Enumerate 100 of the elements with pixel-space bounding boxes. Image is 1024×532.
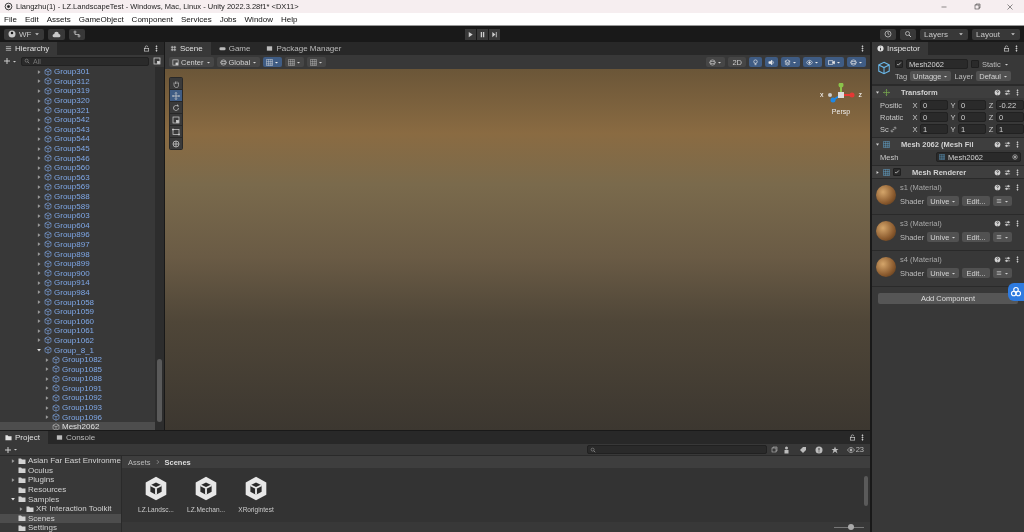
hierarchy-item[interactable]: Group546: [0, 153, 155, 163]
search-button[interactable]: [900, 28, 916, 40]
more-icon[interactable]: [1014, 168, 1021, 176]
hierarchy-item[interactable]: Group1062: [0, 335, 155, 346]
static-checkbox[interactable]: [971, 60, 979, 68]
settings-icon[interactable]: [1004, 220, 1011, 227]
lock-icon[interactable]: [143, 45, 150, 52]
lighting-toggle[interactable]: [749, 57, 762, 67]
hierarchy-item[interactable]: Group545: [0, 143, 155, 154]
help-icon[interactable]: [994, 88, 1001, 96]
settings-icon[interactable]: [1004, 88, 1011, 96]
transform-tool[interactable]: [170, 138, 182, 149]
rect-tool[interactable]: [170, 126, 182, 137]
settings-icon[interactable]: [1004, 256, 1011, 263]
hierarchy-item[interactable]: Group1061: [0, 326, 155, 336]
component-checkbox[interactable]: [893, 168, 901, 176]
folder-item[interactable]: Settings: [0, 523, 121, 532]
more-icon[interactable]: [859, 45, 866, 52]
camera-button[interactable]: [825, 57, 844, 67]
expand-arrow-icon[interactable]: [36, 135, 42, 142]
folder-item[interactable]: Plugins: [0, 475, 121, 485]
help-icon[interactable]: [994, 256, 1001, 263]
more-icon[interactable]: [1013, 45, 1020, 52]
expand-arrow-icon[interactable]: [44, 414, 50, 421]
play-button[interactable]: [465, 28, 477, 40]
help-icon[interactable]: [994, 168, 1001, 176]
hierarchy-item[interactable]: Group1096: [0, 412, 155, 422]
folder-item[interactable]: Resources: [0, 484, 121, 495]
expand-arrow-icon[interactable]: [36, 164, 42, 171]
expand-arrow-icon[interactable]: [36, 318, 42, 325]
hierarchy-item[interactable]: Group896: [0, 230, 155, 240]
more-icon[interactable]: [1014, 184, 1021, 191]
hierarchy-item[interactable]: Group984: [0, 287, 155, 298]
maximize-icon[interactable]: [973, 2, 981, 11]
folder-item[interactable]: Asian Far East Environme: [0, 456, 121, 466]
expand-arrow-icon[interactable]: [36, 270, 42, 277]
add-button[interactable]: [3, 57, 17, 65]
hierarchy-item[interactable]: Group1058: [0, 297, 155, 307]
menu-item[interactable]: GameObject: [78, 14, 124, 24]
expand-arrow-icon[interactable]: [44, 366, 50, 373]
collaborate-button[interactable]: [69, 28, 86, 40]
menu-item[interactable]: Component: [131, 14, 173, 24]
panel-tab[interactable]: Console: [50, 431, 104, 444]
settings-icon[interactable]: [1004, 140, 1011, 148]
expand-arrow-icon[interactable]: [36, 126, 42, 133]
expand-arrow-icon[interactable]: [36, 88, 42, 94]
snap-button[interactable]: [307, 57, 327, 67]
hierarchy-item[interactable]: Group914: [0, 278, 155, 288]
grid-button[interactable]: [285, 57, 305, 67]
hierarchy-item[interactable]: Group569: [0, 182, 155, 192]
list-dropdown[interactable]: [992, 268, 1012, 278]
expand-arrow-icon[interactable]: [36, 347, 42, 353]
active-checkbox[interactable]: [895, 60, 903, 68]
panel-tab[interactable]: Scene: [165, 42, 211, 55]
hierarchy-item[interactable]: Group1092: [0, 393, 155, 403]
expand-arrow-icon[interactable]: [36, 212, 42, 219]
hierarchy-item[interactable]: Group588: [0, 191, 155, 202]
history-button[interactable]: [880, 28, 896, 40]
hierarchy-item[interactable]: Group563: [0, 172, 155, 183]
list-dropdown[interactable]: [992, 196, 1012, 206]
rotate-tool[interactable]: [170, 102, 182, 113]
help-icon[interactable]: [994, 140, 1001, 148]
floating-button[interactable]: [1008, 283, 1024, 301]
hierarchy-item[interactable]: Group_8_1: [0, 345, 155, 355]
hierarchy-item[interactable]: Group899: [0, 258, 155, 269]
expand-arrow-icon[interactable]: [36, 68, 42, 75]
folder-item[interactable]: XR Interaction Toolkit: [0, 503, 121, 514]
layers-dropdown[interactable]: Layers: [920, 28, 968, 40]
panel-tab[interactable]: Package Manager: [261, 42, 350, 55]
create-button[interactable]: [4, 445, 18, 454]
more-icon[interactable]: [1014, 88, 1021, 96]
filter-icon[interactable]: [153, 57, 161, 65]
expand-arrow-icon[interactable]: [36, 279, 42, 286]
close-icon[interactable]: [1006, 2, 1014, 11]
hierarchy-item[interactable]: Group542: [0, 114, 155, 125]
visibility-button[interactable]: [803, 57, 822, 67]
expand-arrow-icon[interactable]: [44, 356, 50, 363]
hierarchy-item[interactable]: Group544: [0, 134, 155, 144]
hierarchy-item[interactable]: Group1082: [0, 354, 155, 365]
zoom-slider-thumb[interactable]: [847, 523, 854, 530]
search-field[interactable]: [586, 445, 767, 454]
hierarchy-item[interactable]: Group1088: [0, 374, 155, 384]
hierarchy-item[interactable]: Group312: [0, 76, 155, 87]
list-dropdown[interactable]: [992, 232, 1012, 242]
expand-arrow-icon[interactable]: [36, 231, 42, 238]
menu-item[interactable]: Assets: [46, 14, 71, 24]
hierarchy-item[interactable]: Group900: [0, 268, 155, 279]
settings-icon[interactable]: [1004, 184, 1011, 191]
menu-item[interactable]: File: [4, 14, 17, 24]
lock-icon[interactable]: [849, 434, 856, 441]
help-icon[interactable]: [994, 220, 1001, 227]
expand-arrow-icon[interactable]: [44, 404, 50, 411]
hierarchy-item[interactable]: Group560: [0, 162, 155, 173]
menu-item[interactable]: Services: [180, 14, 212, 24]
hierarchy-tab[interactable]: Hierarchy: [0, 42, 58, 55]
expand-arrow-icon[interactable]: [36, 299, 42, 306]
folder-item[interactable]: Oculus: [0, 465, 121, 476]
expand-arrow-icon[interactable]: [36, 308, 42, 315]
expand-arrow-icon[interactable]: [36, 78, 42, 85]
expand-arrow-icon[interactable]: [36, 155, 42, 162]
